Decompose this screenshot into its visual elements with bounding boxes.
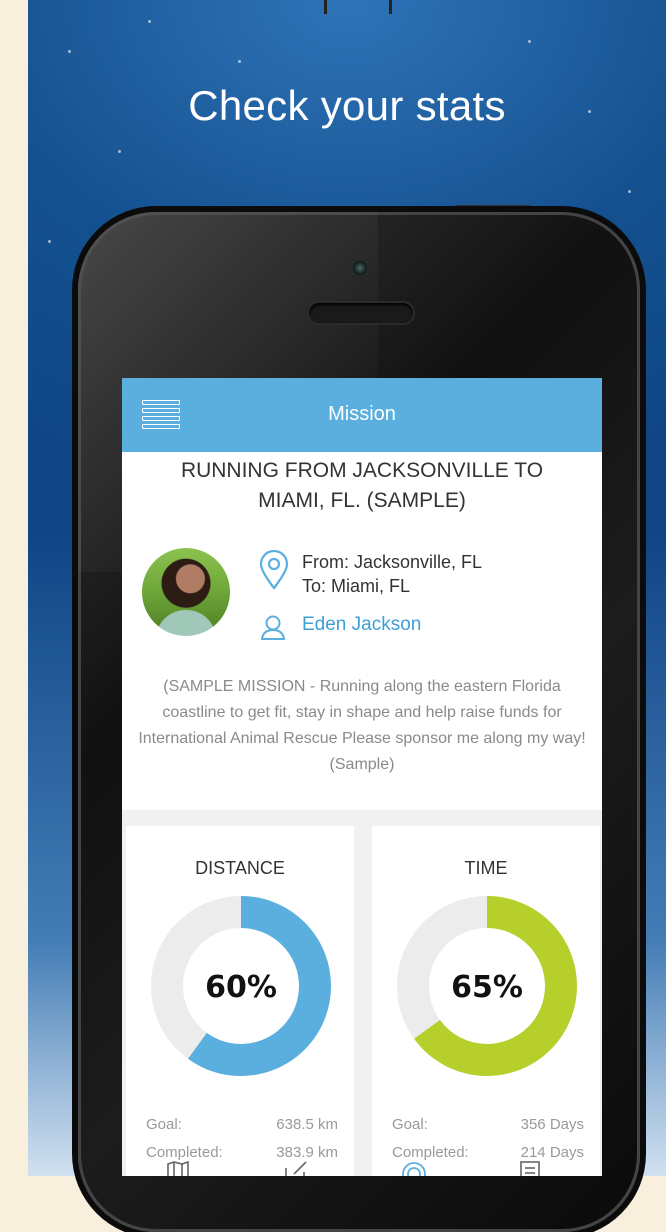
owner-link[interactable]: Eden Jackson — [302, 614, 421, 636]
location-pin-icon — [259, 550, 289, 590]
distance-percent: 60% — [205, 970, 277, 1005]
stats-area: DISTANCE 60% Goal: 638.5 km Completed: 3… — [122, 810, 602, 1176]
time-goal-row: Goal: 356 Days — [392, 1116, 584, 1133]
to-location: To: Miami, FL — [302, 576, 411, 596]
list-icon[interactable] — [518, 1160, 542, 1176]
distance-card[interactable]: DISTANCE 60% Goal: 638.5 km Completed: 3… — [126, 826, 354, 1176]
person-icon — [260, 615, 286, 640]
distance-label: DISTANCE — [195, 858, 285, 878]
map-icon[interactable] — [166, 1160, 190, 1176]
avatar[interactable] — [142, 548, 230, 636]
time-donut: 65% — [397, 896, 577, 1076]
edit-icon[interactable] — [284, 1160, 308, 1176]
mission-title: RUNNING FROM JACKSONVILLE TO MIAMI, FL. … — [180, 459, 544, 512]
earpiece-speaker — [309, 303, 413, 323]
time-percent: 65% — [451, 970, 523, 1005]
distance-goal-label: Goal: — [146, 1116, 182, 1133]
time-card[interactable]: TIME 65% Goal: 356 Days Completed: 214 D… — [372, 826, 600, 1176]
time-goal-value: 356 Days — [520, 1116, 584, 1133]
from-location: From: Jacksonville, FL — [302, 552, 483, 572]
app-screen: Mission RUNNING FROM JACKSONVILLE TO MIA… — [122, 378, 602, 1176]
distance-goal-row: Goal: 638.5 km — [146, 1116, 338, 1133]
nav-bar: Mission — [122, 378, 602, 452]
distance-donut: 60% — [151, 896, 331, 1076]
nav-title: Mission — [328, 403, 396, 425]
top-bracket — [324, 0, 392, 14]
front-camera — [353, 261, 367, 275]
promo-headline: Check your stats — [188, 82, 506, 129]
time-goal-label: Goal: — [392, 1116, 428, 1133]
tab-bar — [122, 1156, 602, 1176]
target-icon[interactable] — [402, 1160, 426, 1176]
mission-description: (SAMPLE MISSION - Running along the east… — [138, 678, 586, 773]
distance-goal-value: 638.5 km — [276, 1116, 338, 1133]
time-label: TIME — [464, 858, 508, 878]
